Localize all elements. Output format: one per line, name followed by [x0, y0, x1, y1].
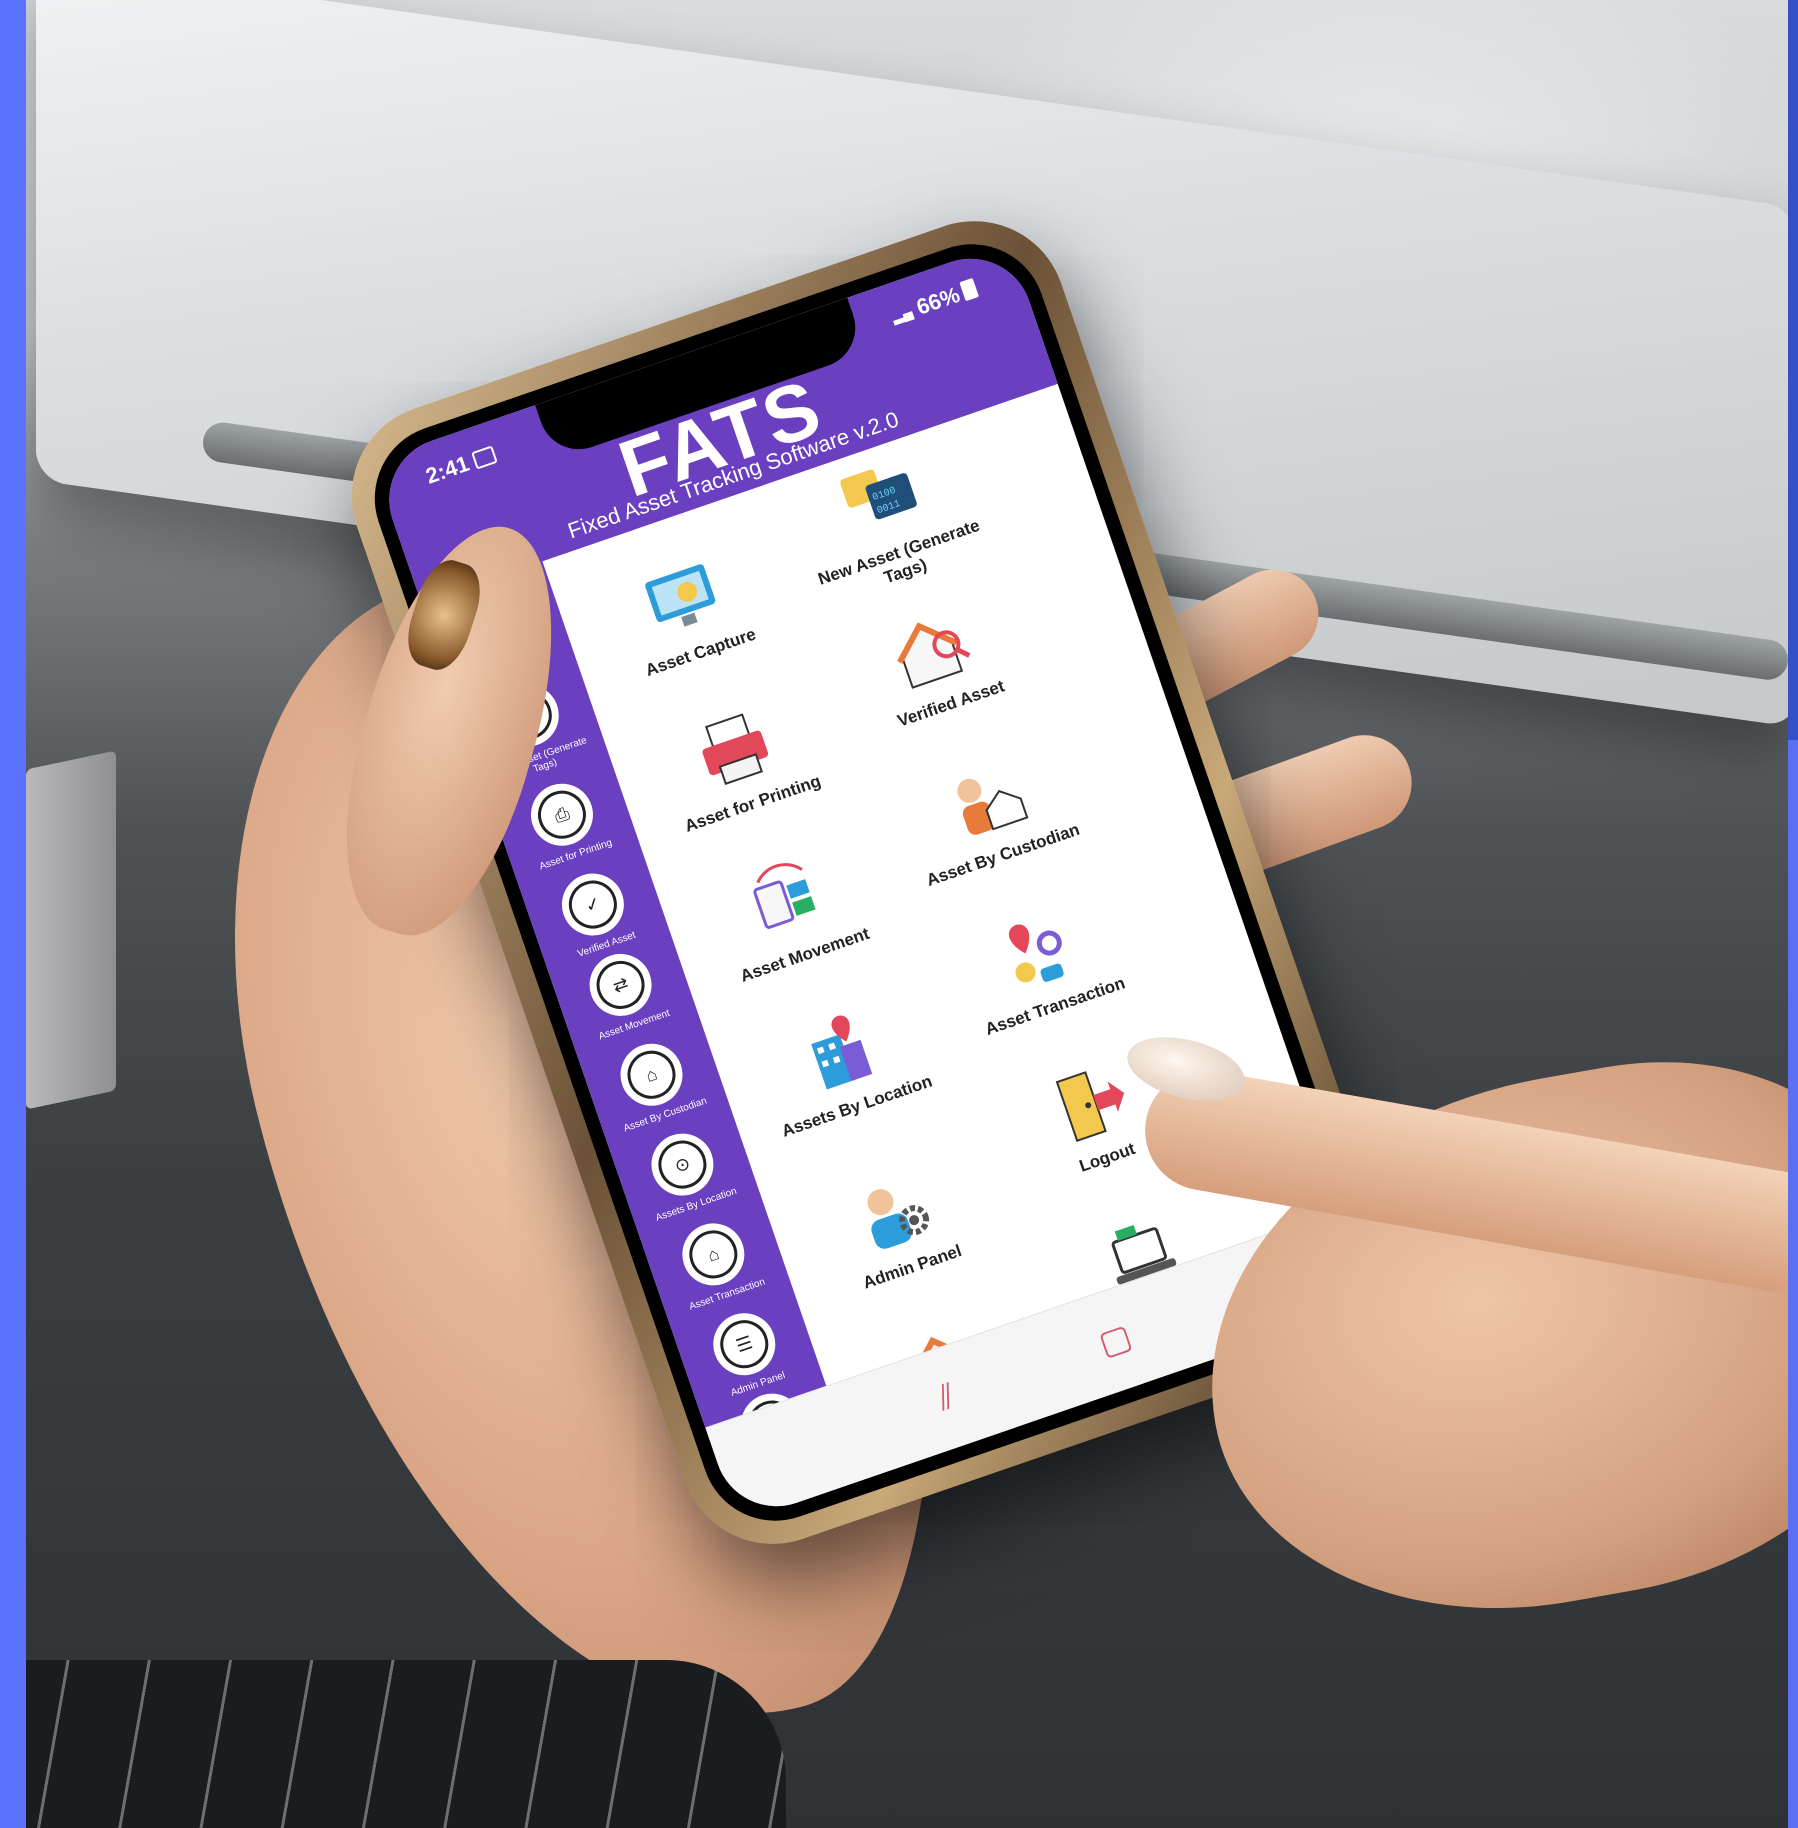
menu-item-asset-capture[interactable]: Asset Capture	[574, 527, 798, 694]
warehouse-icon: ⌂	[673, 1214, 753, 1294]
menu-item-asset-custodian[interactable]: Asset By Custodian	[877, 730, 1101, 897]
recent-apps-button[interactable]: ⫽	[933, 1377, 960, 1419]
printer-icon: ⎙	[522, 775, 602, 855]
photo-background: 2:41 ▂▄66% FATS Fixed Asset Tracking Sof…	[26, 0, 1788, 1828]
battery-icon	[959, 277, 980, 302]
notebook	[26, 750, 116, 1110]
blue-frame-left	[0, 0, 26, 1828]
transfer-icon: ⇄	[581, 945, 660, 1025]
warehouse-icon: ⌂	[612, 1035, 691, 1115]
striped-sleeve	[26, 1660, 786, 1828]
admin-panel-icon: ☰	[704, 1304, 784, 1384]
blue-frame-right	[1788, 0, 1798, 740]
menu-item-assets-location[interactable]: Assets By Location	[731, 981, 955, 1148]
menu-item-verified-asset[interactable]: Verified Asset	[825, 579, 1049, 746]
home-button[interactable]: ▢	[1094, 1316, 1137, 1364]
check-document-icon: ✓	[553, 865, 633, 944]
location-pins-icon: ⊙	[643, 1125, 722, 1204]
signal-icon: ▂▄	[889, 302, 915, 325]
menu-item-asset-printing[interactable]: Asset for Printing	[626, 679, 850, 846]
photo-status-icon	[471, 445, 498, 470]
menu-item-asset-transaction[interactable]: Asset Transaction	[929, 881, 1153, 1048]
menu-item-asset-movement[interactable]: Asset Movement	[679, 830, 903, 997]
menu-item-admin-panel[interactable]: Admin Panel	[786, 1142, 1010, 1309]
